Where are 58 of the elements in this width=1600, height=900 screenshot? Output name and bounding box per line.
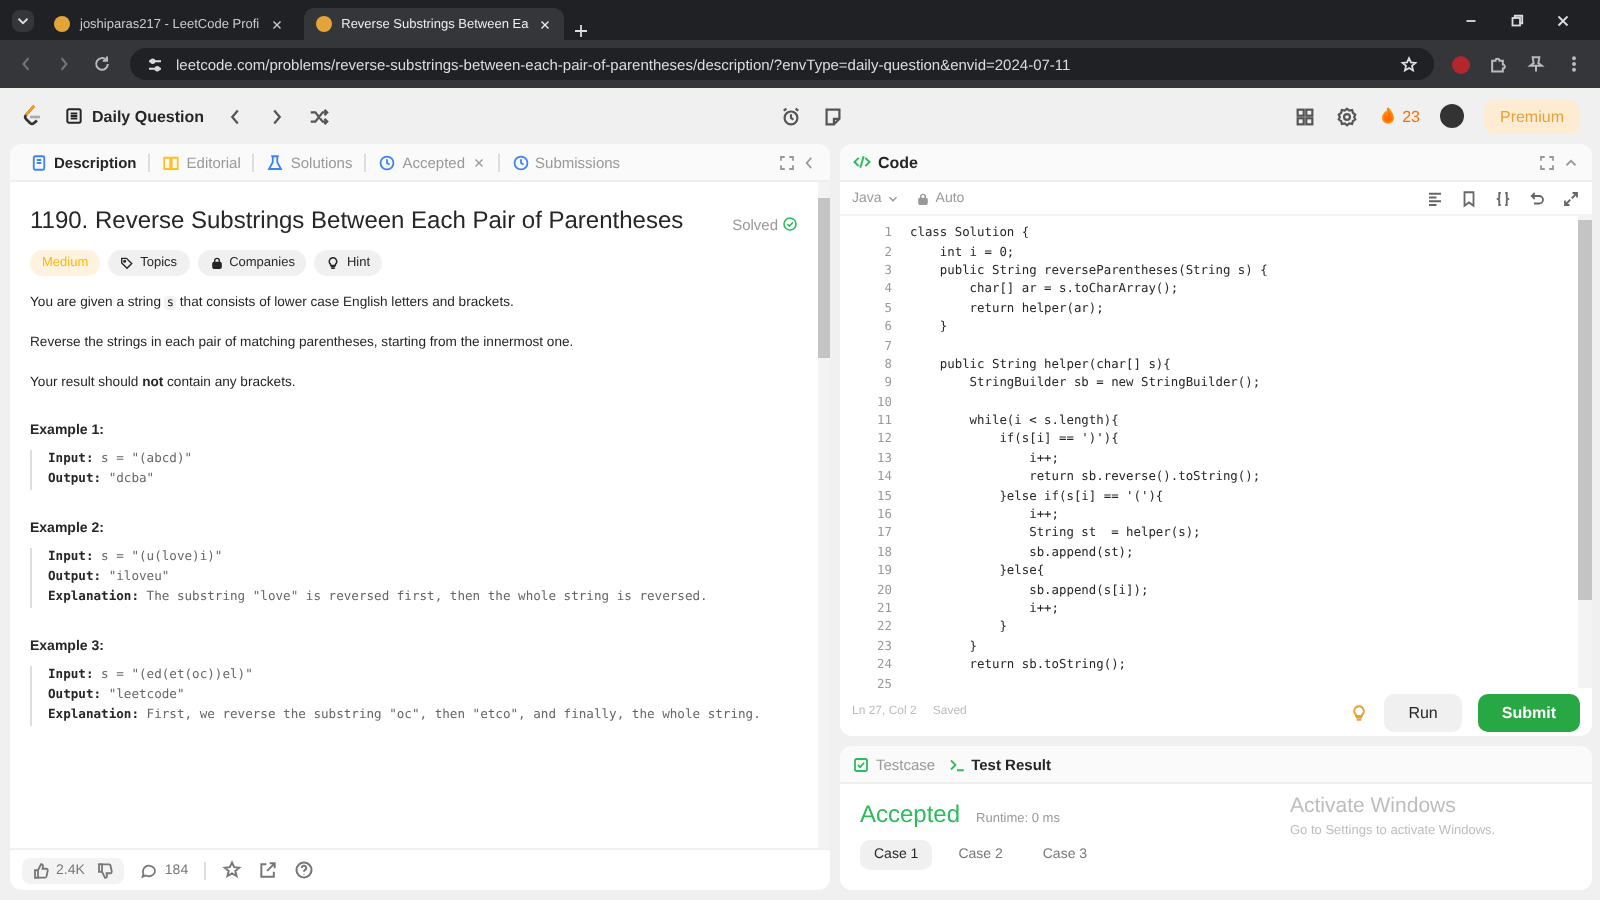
scrollbar[interactable]: [818, 198, 830, 358]
braces-icon[interactable]: [1494, 189, 1512, 207]
expand-icon[interactable]: [778, 153, 796, 171]
pin-icon[interactable]: [1526, 54, 1546, 74]
note-icon[interactable]: [822, 105, 845, 127]
terminal-icon: [947, 755, 966, 773]
code-icon: [852, 152, 872, 172]
activation-notice-title: Activate Windows: [1290, 794, 1458, 818]
favicon-icon: [54, 16, 70, 32]
thumbs-down-icon[interactable]: [96, 861, 115, 879]
format-icon[interactable]: [1426, 189, 1444, 207]
verdict-text: Accepted: [860, 800, 961, 828]
problem-title: 1190. Reverse Substrings Between Each Pair of Parentheses: [30, 206, 686, 234]
history-icon: [378, 153, 397, 171]
history-icon: [511, 153, 530, 171]
caret-icon: [885, 191, 900, 205]
expand-icon[interactable]: [1538, 153, 1556, 171]
settings-icon[interactable]: [1336, 105, 1359, 127]
flame-icon: [1378, 106, 1399, 126]
run-button[interactable]: Run: [1384, 693, 1462, 731]
tag-icon: [120, 256, 135, 270]
star-icon[interactable]: [222, 860, 243, 880]
document-icon: [30, 153, 48, 171]
close-icon[interactable]: [269, 17, 284, 31]
reload-icon[interactable]: [92, 54, 112, 74]
thumbs-up-icon: [32, 861, 50, 879]
streak-count: 23: [1402, 107, 1420, 125]
logo-icon[interactable]: [20, 104, 44, 128]
restore-icon[interactable]: [1508, 11, 1526, 29]
checkbox-icon: [852, 755, 870, 773]
avatar[interactable]: [1439, 104, 1464, 128]
book-icon: [162, 153, 181, 171]
panel-title: Code: [878, 153, 918, 171]
scrollbar[interactable]: [1578, 220, 1592, 600]
grid-icon[interactable]: [1294, 105, 1317, 127]
shuffle-icon[interactable]: [308, 105, 331, 127]
favicon-icon: [315, 16, 332, 32]
comment-icon: [140, 861, 159, 879]
list-icon: [64, 106, 84, 126]
submit-button[interactable]: Submit: [1477, 693, 1580, 731]
lock-icon: [209, 256, 224, 270]
check-icon: [782, 216, 798, 232]
alarm-clock-icon[interactable]: [780, 105, 803, 127]
bookmark-icon[interactable]: [1460, 189, 1478, 207]
lock-icon: [915, 191, 930, 205]
site-settings-icon[interactable]: [146, 55, 164, 73]
reset-icon[interactable]: [1528, 189, 1546, 207]
help-icon[interactable]: [294, 860, 315, 880]
new-tab-icon[interactable]: [572, 22, 591, 40]
extensions-icon[interactable]: [1488, 54, 1508, 74]
daily-question-button[interactable]: Daily Question: [64, 106, 205, 126]
fullscreen-icon[interactable]: [1562, 189, 1580, 207]
streak-counter[interactable]: 23: [1378, 106, 1420, 126]
flask-icon: [266, 153, 285, 171]
share-icon[interactable]: [258, 860, 279, 880]
bulb-icon: [326, 256, 341, 270]
bookmark-star-icon[interactable]: [1400, 55, 1418, 73]
collapse-icon[interactable]: [800, 153, 818, 171]
